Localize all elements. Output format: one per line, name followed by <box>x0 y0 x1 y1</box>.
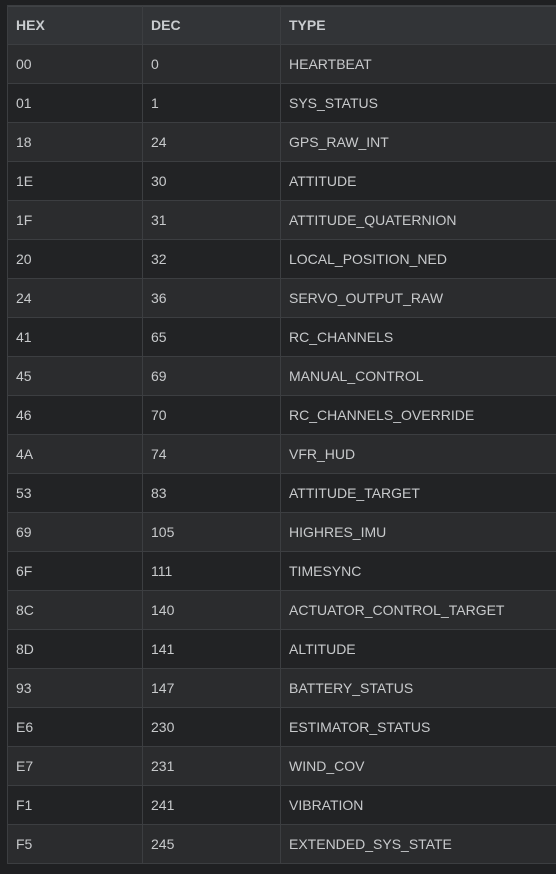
table-row: 01 1 SYS_STATUS <box>7 83 556 123</box>
cell-hex: 1F <box>7 200 143 240</box>
cell-hex: 41 <box>7 317 143 357</box>
cell-type: ACTUATOR_CONTROL_TARGET <box>280 590 556 630</box>
cell-hex: 01 <box>7 83 143 123</box>
cell-hex: F1 <box>7 785 143 825</box>
cell-type: ATTITUDE <box>280 161 556 201</box>
cell-hex: 8C <box>7 590 143 630</box>
cell-hex: 00 <box>7 44 143 84</box>
cell-type: ESTIMATOR_STATUS <box>280 707 556 747</box>
cell-dec: 36 <box>142 278 281 318</box>
cell-hex: 6F <box>7 551 143 591</box>
cell-dec: 30 <box>142 161 281 201</box>
column-header-type: TYPE <box>280 5 556 45</box>
cell-dec: 241 <box>142 785 281 825</box>
cell-dec: 245 <box>142 824 281 864</box>
table-row: F5 245 EXTENDED_SYS_STATE <box>7 824 556 864</box>
table-row: 53 83 ATTITUDE_TARGET <box>7 473 556 513</box>
table-row: 41 65 RC_CHANNELS <box>7 317 556 357</box>
cell-type: ATTITUDE_QUATERNION <box>280 200 556 240</box>
table-row: 45 69 MANUAL_CONTROL <box>7 356 556 396</box>
cell-hex: 1E <box>7 161 143 201</box>
cell-hex: 46 <box>7 395 143 435</box>
cell-dec: 111 <box>142 551 281 591</box>
cell-hex: F5 <box>7 824 143 864</box>
cell-dec: 31 <box>142 200 281 240</box>
table-row: 18 24 GPS_RAW_INT <box>7 122 556 162</box>
cell-dec: 230 <box>142 707 281 747</box>
cell-dec: 24 <box>142 122 281 162</box>
cell-type: SYS_STATUS <box>280 83 556 123</box>
cell-type: ALTITUDE <box>280 629 556 669</box>
table-row: 8D 141 ALTITUDE <box>7 629 556 669</box>
table-row: 69 105 HIGHRES_IMU <box>7 512 556 552</box>
cell-type: LOCAL_POSITION_NED <box>280 239 556 279</box>
cell-hex: 53 <box>7 473 143 513</box>
cell-type: EXTENDED_SYS_STATE <box>280 824 556 864</box>
message-table-container: HEX DEC TYPE 00 0 HEARTBEAT 01 1 SYS_STATUS 18… <box>7 5 556 864</box>
cell-dec: 140 <box>142 590 281 630</box>
table-row: 1F 31 ATTITUDE_QUATERNION <box>7 200 556 240</box>
cell-type: RC_CHANNELS <box>280 317 556 357</box>
cell-dec: 65 <box>142 317 281 357</box>
cell-dec: 69 <box>142 356 281 396</box>
cell-dec: 0 <box>142 44 281 84</box>
cell-dec: 32 <box>142 239 281 279</box>
cell-hex: 45 <box>7 356 143 396</box>
table-row: 1E 30 ATTITUDE <box>7 161 556 201</box>
cell-type: WIND_COV <box>280 746 556 786</box>
table-row: 46 70 RC_CHANNELS_OVERRIDE <box>7 395 556 435</box>
cell-hex: 8D <box>7 629 143 669</box>
cell-type: SERVO_OUTPUT_RAW <box>280 278 556 318</box>
table-row: E7 231 WIND_COV <box>7 746 556 786</box>
cell-dec: 147 <box>142 668 281 708</box>
column-header-hex: HEX <box>7 5 143 45</box>
table-row: 00 0 HEARTBEAT <box>7 44 556 84</box>
cell-hex: 4A <box>7 434 143 474</box>
cell-type: GPS_RAW_INT <box>280 122 556 162</box>
cell-hex: 20 <box>7 239 143 279</box>
cell-dec: 74 <box>142 434 281 474</box>
cell-hex: 24 <box>7 278 143 318</box>
table-row: 93 147 BATTERY_STATUS <box>7 668 556 708</box>
cell-dec: 83 <box>142 473 281 513</box>
cell-type: BATTERY_STATUS <box>280 668 556 708</box>
table-header: HEX DEC TYPE <box>7 5 556 45</box>
cell-hex: E6 <box>7 707 143 747</box>
table-row: 8C 140 ACTUATOR_CONTROL_TARGET <box>7 590 556 630</box>
cell-type: HIGHRES_IMU <box>280 512 556 552</box>
cell-type: VFR_HUD <box>280 434 556 474</box>
cell-hex: 18 <box>7 122 143 162</box>
table-row: F1 241 VIBRATION <box>7 785 556 825</box>
cell-hex: E7 <box>7 746 143 786</box>
cell-dec: 231 <box>142 746 281 786</box>
table-row: 20 32 LOCAL_POSITION_NED <box>7 239 556 279</box>
table-row: 24 36 SERVO_OUTPUT_RAW <box>7 278 556 318</box>
table-row: E6 230 ESTIMATOR_STATUS <box>7 707 556 747</box>
header-row: HEX DEC TYPE <box>7 5 556 45</box>
cell-type: HEARTBEAT <box>280 44 556 84</box>
column-header-dec: DEC <box>142 5 281 45</box>
cell-dec: 1 <box>142 83 281 123</box>
cell-type: MANUAL_CONTROL <box>280 356 556 396</box>
cell-hex: 69 <box>7 512 143 552</box>
table-row: 4A 74 VFR_HUD <box>7 434 556 474</box>
cell-hex: 93 <box>7 668 143 708</box>
cell-dec: 105 <box>142 512 281 552</box>
cell-type: TIMESYNC <box>280 551 556 591</box>
message-table: HEX DEC TYPE 00 0 HEARTBEAT 01 1 SYS_STATUS 18… <box>7 5 556 864</box>
cell-dec: 70 <box>142 395 281 435</box>
cell-type: ATTITUDE_TARGET <box>280 473 556 513</box>
cell-type: VIBRATION <box>280 785 556 825</box>
table-row: 6F 111 TIMESYNC <box>7 551 556 591</box>
table-body: 00 0 HEARTBEAT 01 1 SYS_STATUS 18 24 GPS_RAW_INT… <box>7 44 556 864</box>
cell-dec: 141 <box>142 629 281 669</box>
cell-type: RC_CHANNELS_OVERRIDE <box>280 395 556 435</box>
